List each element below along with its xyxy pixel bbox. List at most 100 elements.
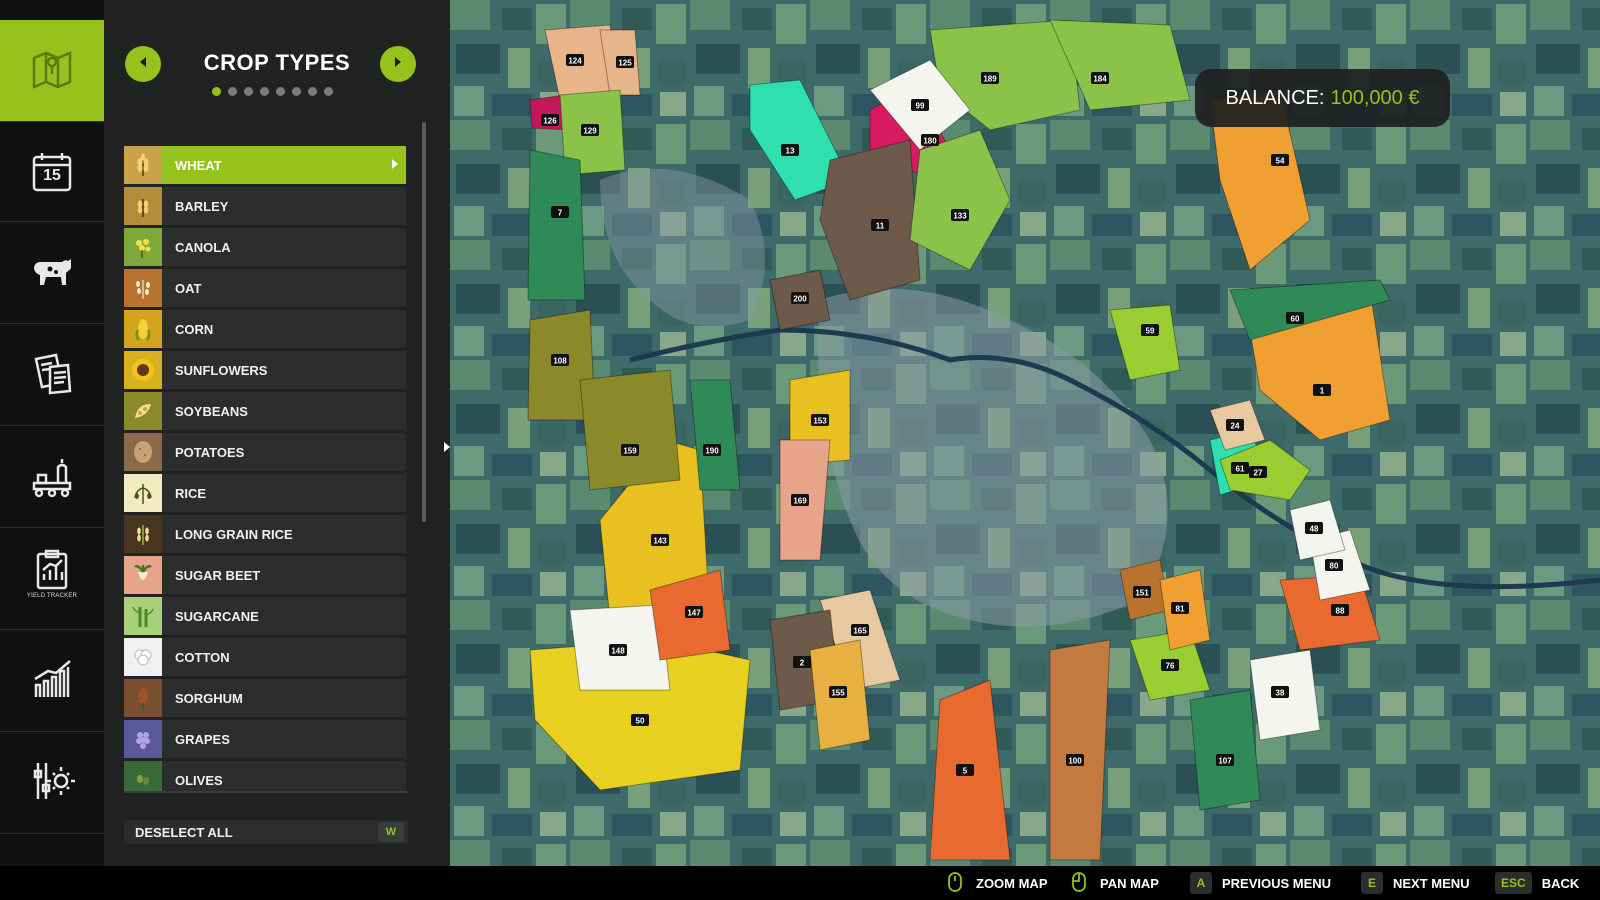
app-root: 15 YIELD TRACKER CROP TYPES WHEAT BARLEY… (0, 0, 1600, 900)
crop-item-sugarcane[interactable]: SUGARCANE (124, 597, 406, 635)
crop-item-sorghum[interactable]: SORGHUM (124, 679, 406, 717)
field-number: 190 (705, 447, 719, 456)
menu-yield-tracker-button[interactable]: YIELD TRACKER (0, 530, 104, 630)
page-dot (228, 87, 237, 96)
crop-item-corn[interactable]: CORN (124, 310, 406, 348)
previous-menu-hint[interactable]: A PREVIOUS MENU (1190, 866, 1331, 900)
menu-map-button[interactable] (0, 20, 104, 122)
crop-item-sunflowers[interactable]: SUNFLOWERS (124, 351, 406, 389)
field-number-badge: 155 (829, 686, 847, 698)
field-number: 76 (1166, 662, 1175, 671)
field-number: 2 (800, 659, 805, 668)
crop-item-long-grain-rice[interactable]: LONG GRAIN RICE (124, 515, 406, 553)
map-canvas[interactable]: 124 125 126 129 7 13 180 11 133 189 184 54 1 60 59 61 50… (450, 0, 1600, 866)
deselect-all-key: W (378, 822, 404, 842)
rice-icon (124, 474, 162, 512)
next-menu-hint[interactable]: E NEXT MENU (1361, 866, 1470, 900)
crop-item-potatoes[interactable]: POTATOES (124, 433, 406, 471)
balance-display: BALANCE: 100,000 € (1195, 69, 1450, 127)
barley-icon (124, 187, 162, 225)
deselect-all-button[interactable]: DESELECT ALL W (124, 820, 408, 844)
crop-label: SOYBEANS (175, 403, 248, 419)
field-number-badge: 61 (1231, 462, 1249, 474)
deselect-all-label: DESELECT ALL (135, 824, 233, 840)
olives-icon (124, 761, 162, 791)
crop-label: SUNFLOWERS (175, 362, 268, 378)
crop-label: LONG GRAIN RICE (175, 526, 293, 542)
field-number: 125 (618, 59, 632, 68)
field-number: 107 (1218, 757, 1232, 766)
contracts-icon (28, 349, 76, 402)
crop-types-panel: CROP TYPES WHEAT BARLEY CANOLA OAT CORN SUNFL… (104, 0, 450, 866)
previous-page-button[interactable] (125, 46, 161, 82)
menu-settings-button[interactable] (0, 734, 104, 834)
field-number: 1 (1320, 387, 1325, 396)
field-number: 165 (853, 627, 867, 636)
sorghum-icon (124, 679, 162, 717)
field-number: 126 (543, 117, 557, 126)
field-number-badge: 133 (951, 209, 969, 221)
soybean-icon (124, 392, 162, 430)
menu-calendar-button[interactable]: 15 (0, 122, 104, 222)
field-number: 155 (831, 689, 845, 698)
crop-list-scrollbar[interactable] (422, 122, 426, 522)
page-dot (308, 87, 317, 96)
side-menu: 15 YIELD TRACKER (0, 0, 104, 866)
field-number-badge: 38 (1271, 686, 1289, 698)
crop-item-cotton[interactable]: COTTON (124, 638, 406, 676)
field-number-badge: 48 (1305, 522, 1323, 534)
back-hint[interactable]: ESC BACK (1495, 866, 1579, 900)
crop-item-grapes[interactable]: GRAPES (124, 720, 406, 758)
field-number: 61 (1236, 465, 1245, 474)
field-number: 54 (1276, 157, 1285, 166)
settings-icon (28, 757, 76, 810)
crop-item-sugar-beet[interactable]: SUGAR BEET (124, 556, 406, 594)
field-number-badge: 107 (1216, 754, 1234, 766)
field-number-badge: 184 (1091, 72, 1109, 84)
field-number-badge: 125 (616, 56, 634, 68)
field-159[interactable] (579, 369, 681, 491)
crop-item-barley[interactable]: BARLEY (124, 187, 406, 225)
crop-item-oat[interactable]: OAT (124, 269, 406, 307)
field-number: 143 (653, 537, 667, 546)
field-number: 7 (558, 209, 563, 218)
field-number: 80 (1330, 562, 1339, 571)
farmland-map[interactable]: 124 125 126 129 7 13 180 11 133 189 184 54 1 60 59 61 50… (450, 0, 1600, 866)
field-number: 27 (1254, 469, 1263, 478)
zoom-map-hint[interactable]: ZOOM MAP (946, 866, 1048, 900)
livestock-icon (28, 247, 76, 300)
crop-item-wheat[interactable]: WHEAT (124, 146, 406, 184)
page-dot (244, 87, 253, 96)
menu-production-button[interactable] (0, 428, 104, 528)
field-number: 180 (923, 137, 937, 146)
field-number: 124 (568, 57, 582, 66)
list-divider (124, 791, 408, 793)
field-number-badge: 81 (1171, 602, 1189, 614)
next-page-button[interactable] (380, 46, 416, 82)
field-number: 189 (983, 75, 997, 84)
field-number-badge: 124 (566, 54, 584, 66)
crop-label: SORGHUM (175, 690, 243, 706)
pan-map-hint[interactable]: PAN MAP (1070, 866, 1159, 900)
crop-label: OLIVES (175, 772, 223, 788)
zoom-map-label: ZOOM MAP (976, 875, 1048, 891)
menu-contracts-button[interactable] (0, 326, 104, 426)
menu-statistics-button[interactable] (0, 632, 104, 732)
crop-label: SUGAR BEET (175, 567, 261, 583)
field-7[interactable] (527, 149, 586, 301)
crop-item-olives[interactable]: OLIVES (124, 761, 406, 791)
canola-icon (124, 228, 162, 266)
previous-menu-key: A (1190, 872, 1212, 894)
crop-item-rice[interactable]: RICE (124, 474, 406, 512)
sugar-beet-icon (124, 556, 162, 594)
field-100[interactable] (1049, 639, 1111, 861)
crop-item-canola[interactable]: CANOLA (124, 228, 406, 266)
field-number-badge: 76 (1161, 659, 1179, 671)
field-number-badge: 143 (651, 534, 669, 546)
page-dot (276, 87, 285, 96)
calendar-day: 15 (43, 166, 61, 184)
menu-livestock-button[interactable] (0, 224, 104, 324)
crop-label: OAT (175, 280, 202, 296)
field-107[interactable] (1189, 689, 1261, 811)
crop-item-soybeans[interactable]: SOYBEANS (124, 392, 406, 430)
